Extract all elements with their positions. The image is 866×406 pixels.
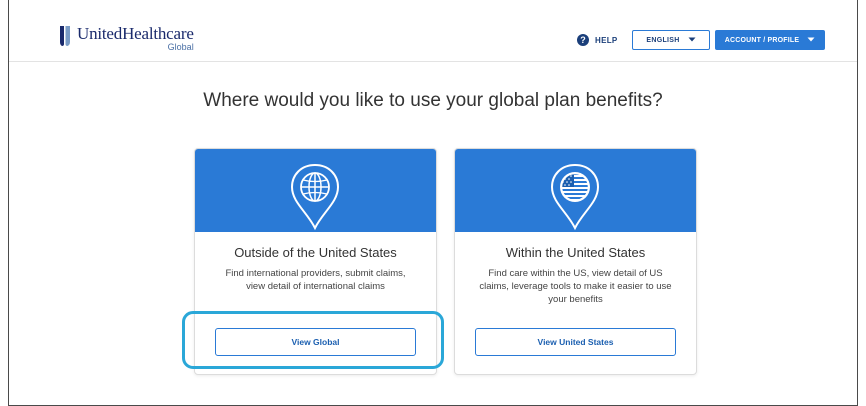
brand-logo[interactable]: UnitedHealthcare Global: [59, 25, 194, 52]
chevron-down-icon: [688, 37, 696, 42]
card-description: Find care within the US, view detail of …: [479, 268, 672, 305]
card-title: Outside of the United States: [234, 245, 397, 260]
button-label: View Global: [291, 337, 340, 347]
brand-sub: Global: [167, 42, 194, 52]
question-icon: ?: [577, 34, 589, 46]
help-link[interactable]: ? HELP: [577, 34, 618, 46]
brand-name: UnitedHealthcare: [77, 24, 194, 43]
app-frame: UnitedHealthcare Global ? HELP ENGLISH A…: [8, 0, 858, 406]
view-global-button[interactable]: View Global: [215, 328, 416, 356]
us-flag-pin-icon: [550, 163, 600, 231]
language-dropdown[interactable]: ENGLISH: [632, 30, 710, 50]
card-title: Within the United States: [505, 245, 646, 260]
card-outside-us: Outside of the United States Find intern…: [194, 148, 437, 375]
uhc-shield-icon: [60, 26, 70, 46]
chevron-down-icon: [807, 37, 815, 42]
card-banner: [455, 149, 696, 232]
card-description: Find international providers, submit cla…: [225, 268, 406, 292]
account-profile-dropdown[interactable]: ACCOUNT / PROFILE: [715, 30, 825, 50]
button-label: View United States: [537, 337, 614, 347]
page-title: Where would you like to use your global …: [203, 90, 663, 111]
account-label: ACCOUNT / PROFILE: [724, 36, 800, 44]
view-united-states-button[interactable]: View United States: [475, 328, 676, 356]
card-within-us: Within the United States Find care withi…: [454, 148, 697, 375]
globe-pin-icon: [290, 163, 340, 231]
card-banner: [195, 149, 436, 232]
language-label: ENGLISH: [646, 36, 680, 44]
help-label: HELP: [595, 35, 618, 45]
site-header: UnitedHealthcare Global ? HELP ENGLISH A…: [9, 0, 857, 62]
